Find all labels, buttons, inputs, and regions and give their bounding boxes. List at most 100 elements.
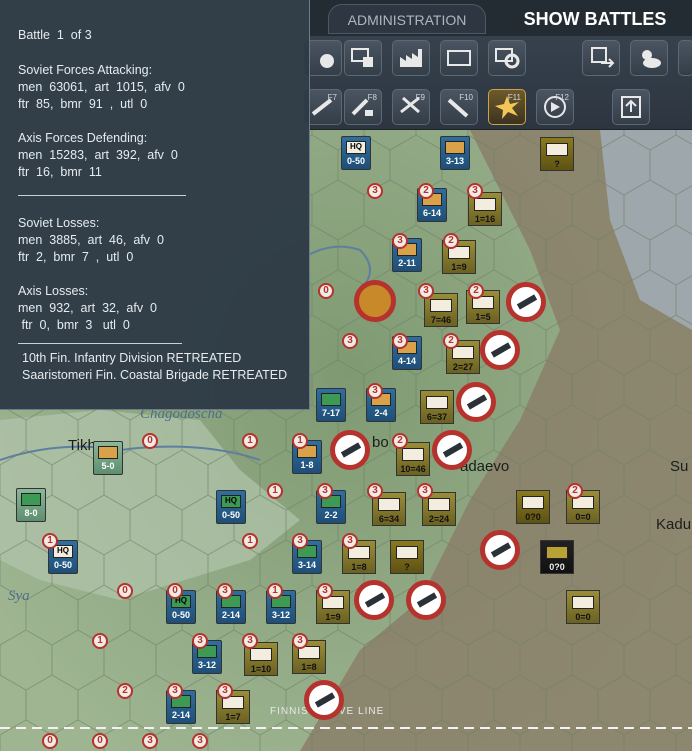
soviet-losses-title: Soviet Losses:	[18, 216, 100, 230]
air-unit-icon[interactable]	[506, 282, 546, 322]
unit-count-badge: 1	[292, 433, 308, 449]
unit-count-badge: 3	[367, 483, 383, 499]
unit-icon	[320, 54, 334, 68]
air-unit-icon[interactable]	[432, 430, 472, 470]
toolbar-button[interactable]	[582, 40, 620, 76]
axis-defending-line-2: ftr 16, bmr 11	[18, 165, 102, 179]
map-label-kadu: Kadu	[656, 516, 692, 533]
toolbar-button-f11[interactable]: F11	[488, 89, 526, 125]
unit-count-badge: 1	[42, 533, 58, 549]
unit-count-badge: 3	[217, 683, 233, 699]
toolbar-button-f10[interactable]: F10	[440, 89, 478, 125]
axis-defending-title: Axis Forces Defending:	[18, 131, 148, 145]
unit-count-badge: 2	[418, 183, 434, 199]
toolbar-button-f12[interactable]: F12	[536, 89, 574, 125]
fkey-label: F8	[367, 93, 377, 102]
unit-count-badge: 2	[443, 233, 459, 249]
unit-count-badge: 3	[342, 333, 358, 349]
toolbar-button-f8[interactable]: F8	[344, 89, 382, 125]
divider	[18, 343, 182, 344]
unit-counter[interactable]: 3-13	[440, 136, 472, 170]
unit-counter[interactable]: 0?0	[516, 490, 550, 524]
unit-count-badge: 1	[92, 633, 108, 649]
map-label-su: Su	[670, 458, 689, 475]
air-unit-icon[interactable]	[456, 382, 496, 422]
unit-count-badge: 3	[217, 583, 233, 599]
battle-report-panel: Battle 1 of 3 Soviet Forces Attacking: m…	[0, 0, 310, 410]
game-screen: Chagodoscha Tikh adaevo bo Kadu Su Sya F…	[0, 0, 692, 751]
air-unit-icon[interactable]	[304, 680, 344, 720]
toolbar-button[interactable]	[630, 40, 668, 76]
air-unit-icon[interactable]	[480, 530, 520, 570]
unit-count-badge: 3	[192, 733, 208, 749]
unit-count-badge: 1	[267, 583, 283, 599]
unit-counter[interactable]: 6=37	[420, 390, 454, 424]
unit-counter[interactable]: 5-0	[93, 441, 125, 475]
unit-count-badge: 3	[367, 183, 383, 199]
toolbar-button[interactable]	[392, 40, 430, 76]
air-unit-icon[interactable]	[406, 580, 446, 620]
axis-losses-line-2: ftr 0, bmr 3 utl 0	[18, 318, 130, 332]
toolbar-button-up[interactable]	[612, 89, 650, 125]
unit-count-badge: 3	[392, 233, 408, 249]
unit-count-badge: 0	[142, 433, 158, 449]
unit-counter[interactable]: HQ 0-50	[216, 490, 248, 524]
air-unit-icon[interactable]	[480, 330, 520, 370]
unit-count-badge: 3	[142, 733, 158, 749]
unit-counter[interactable]: ?	[390, 540, 424, 574]
unit-counter[interactable]: 0?0	[540, 540, 574, 574]
map-label-tikh: Tikh	[68, 437, 96, 454]
soviet-attacking-title: Soviet Forces Attacking:	[18, 63, 153, 77]
toolbar-button[interactable]	[440, 40, 478, 76]
unit-count-badge: 3	[342, 533, 358, 549]
unit-count-badge: 0	[318, 283, 334, 299]
unit-count-badge: 0	[167, 583, 183, 599]
toolbar-button[interactable]	[678, 40, 692, 76]
map-label-bo: bo	[372, 434, 389, 451]
unit-count-badge: 3	[292, 633, 308, 649]
weather-icon	[642, 50, 661, 68]
air-unit-icon[interactable]	[354, 580, 394, 620]
air-unit-icon[interactable]	[330, 430, 370, 470]
battle-result-1: 10th Fin. Infantry Division RETREATED	[22, 351, 242, 365]
tab-show-battles[interactable]: SHOW BATTLES	[500, 4, 690, 34]
unit-count-badge: 3	[417, 483, 433, 499]
unit-count-badge: 3	[242, 633, 258, 649]
tab-administration[interactable]: ADMINISTRATION	[328, 4, 486, 34]
toolbar-button[interactable]	[344, 40, 382, 76]
unit-counter[interactable]: 7-17	[316, 388, 348, 422]
battle-counter: Battle 1 of 3	[18, 28, 92, 42]
upload-icon	[621, 96, 641, 118]
unit-count-badge: 2	[443, 333, 459, 349]
unit-count-badge: 2	[468, 283, 484, 299]
unit-count-badge: 3	[367, 383, 383, 399]
unit-counter[interactable]: HQ 0-50	[341, 136, 373, 170]
axis-defending-line-1: men 15283, art 392, afv 0	[18, 148, 178, 162]
unit-count-badge: 3	[467, 183, 483, 199]
axis-losses-line-1: men 932, art 32, afv 0	[18, 301, 157, 315]
unit-counter[interactable]: 0=0	[566, 590, 600, 624]
unit-count-badge: 3	[392, 333, 408, 349]
unit-count-badge: 2	[392, 433, 408, 449]
unit-counter[interactable]: ?	[540, 137, 574, 171]
flag-icon	[591, 47, 615, 68]
unit-count-badge: 3	[418, 283, 434, 299]
factory-icon	[400, 49, 422, 67]
soviet-attacking-line-2: ftr 85, bmr 91 , utl 0	[18, 97, 148, 111]
unit-counter[interactable]: 8-0	[16, 488, 48, 522]
unit-count-badge: 0	[117, 583, 133, 599]
axis-losses-title: Axis Losses:	[18, 284, 89, 298]
toolbar-button-f9[interactable]: F9	[392, 89, 430, 125]
unit-count-badge: 3	[317, 483, 333, 499]
fkey-label: F9	[415, 93, 425, 102]
battle-result-2: Saaristomeri Fin. Coastal Brigade RETREA…	[22, 368, 288, 382]
tank-unit-icon[interactable]	[354, 280, 396, 322]
settings-screen-icon	[495, 48, 520, 69]
unit-count-badge: 1	[267, 483, 283, 499]
toolbar-button[interactable]	[488, 40, 526, 76]
unit-count-badge: 1	[242, 433, 258, 449]
divider	[18, 195, 186, 196]
unit-count-badge: 2	[117, 683, 133, 699]
unit-count-badge: 0	[42, 733, 58, 749]
unit-count-badge: 3	[167, 683, 183, 699]
